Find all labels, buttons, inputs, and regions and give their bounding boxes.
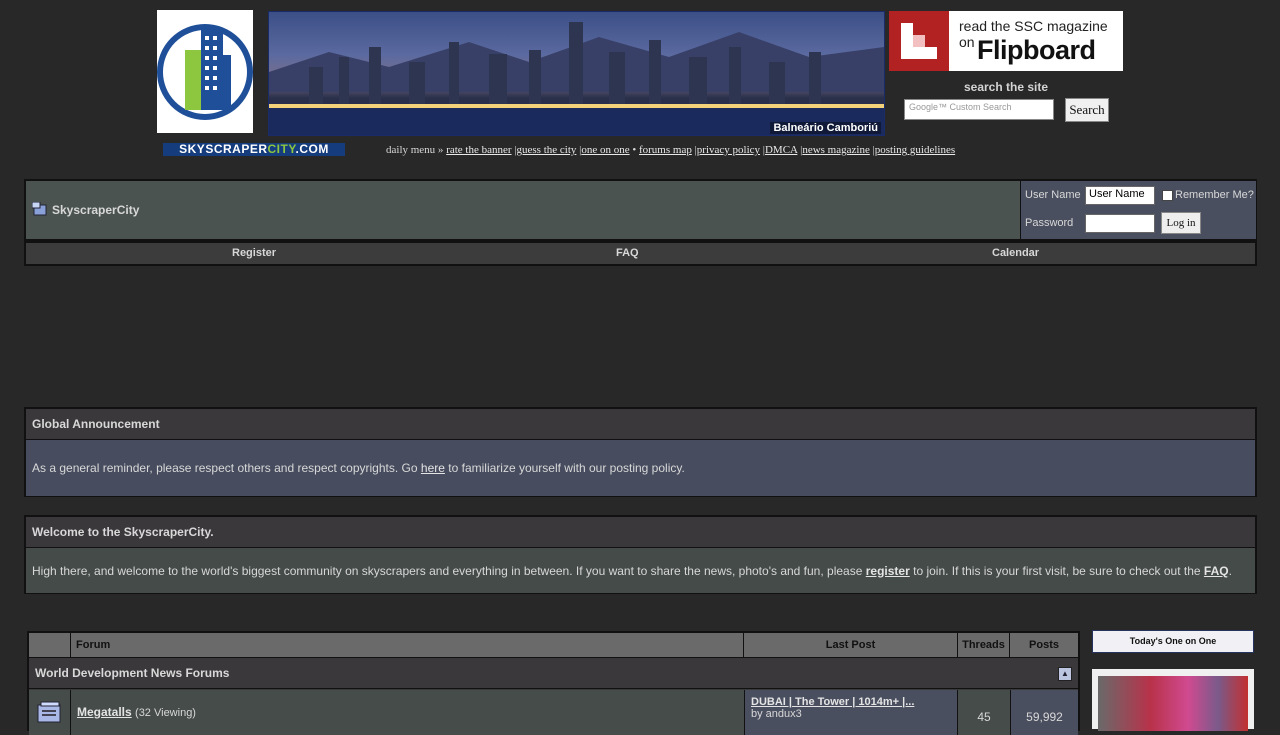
ssc-logo[interactable] — [157, 10, 253, 133]
link-rate-the-banner[interactable]: rate the banner — [446, 144, 511, 156]
last-post-link[interactable]: DUBAI | The Tower | 1014m+ |... — [751, 696, 914, 708]
last-post-cell: DUBAI | The Tower | 1014m+ |... by andux… — [744, 690, 958, 735]
remember-me-checkbox[interactable] — [1162, 189, 1173, 201]
site-wordmark-a: SKYSCRAPER — [179, 142, 268, 156]
flipboard-banner[interactable]: read the SSC magazine on Flipboard — [889, 11, 1123, 71]
navbar: SkyscraperCity User Name User Name Remem… — [24, 179, 1257, 241]
username-label: User Name — [1025, 189, 1081, 201]
welcome-register-link[interactable]: register — [866, 564, 910, 578]
forum-category-title[interactable]: World Development News Forums — [35, 666, 229, 680]
search-label: search the site — [963, 80, 1049, 94]
thread-count: 45 — [977, 710, 991, 724]
forum-table: Forum Last Post Threads Posts World Deve… — [27, 631, 1080, 735]
skyline-image — [269, 22, 884, 135]
breadcrumb: SkyscraperCity — [26, 181, 1025, 239]
remember-me-label: Remember Me? — [1175, 189, 1254, 201]
daily-menu: daily menu » rate the banner |guess the … — [386, 144, 955, 156]
login-form: User Name User Name Remember Me? Passwor… — [1020, 181, 1256, 239]
welcome-text: High there, and welcome to the world's b… — [32, 563, 863, 578]
password-label: Password — [1025, 217, 1074, 229]
column-posts: Posts — [1029, 639, 1059, 651]
menu-calendar[interactable]: Calendar — [992, 247, 1039, 259]
global-announcement: Global Announcement As a general reminde… — [24, 407, 1257, 497]
one-on-one-title: Today's One on One — [1092, 630, 1254, 653]
announcement-title: Global Announcement — [26, 409, 1255, 440]
menu-register[interactable]: Register — [232, 247, 276, 259]
banner-caption: Balneário Camboriú — [770, 122, 881, 134]
building-logo-icon — [157, 24, 253, 120]
site-wordmark-c: .COM — [295, 142, 329, 156]
remember-me[interactable]: Remember Me? — [1162, 189, 1254, 201]
daily-menu-prefix: daily menu » — [386, 144, 444, 156]
welcome-text-3: . — [1228, 563, 1232, 578]
announcement-link[interactable]: here — [421, 461, 445, 475]
flipboard-name: Flipboard — [977, 35, 1096, 65]
announcement-text: As a general reminder, please respect ot… — [32, 461, 418, 475]
column-threads: Threads — [958, 633, 1010, 657]
forum-link-megatalls[interactable]: Megatalls — [77, 705, 132, 719]
header-banner[interactable]: Balneário Camboriú — [268, 11, 885, 136]
forum-viewing-count: (32 Viewing) — [135, 707, 196, 719]
login-button[interactable]: Log in — [1161, 212, 1201, 234]
menu-faq[interactable]: FAQ — [616, 247, 639, 259]
link-one-on-one[interactable]: one on one — [581, 144, 629, 156]
forum-status-icon — [37, 701, 61, 723]
welcome-faq-link[interactable]: FAQ — [1204, 564, 1229, 578]
last-post-author[interactable]: by andux3 — [751, 708, 951, 720]
main-menu: Register FAQ Calendar — [24, 241, 1257, 266]
welcome-panel: Welcome to the SkyscraperCity. High ther… — [24, 515, 1257, 594]
one-on-one-image[interactable] — [1092, 669, 1254, 731]
welcome-title: Welcome to the SkyscraperCity. — [26, 517, 1255, 548]
menu-separator: • — [632, 144, 637, 156]
search-input[interactable]: Google™ Custom Search — [904, 99, 1054, 120]
breadcrumb-home[interactable]: SkyscraperCity — [52, 203, 139, 217]
navbits-icon[interactable] — [31, 201, 48, 219]
password-input[interactable] — [1085, 214, 1155, 233]
collapse-icon[interactable]: ▲ — [1058, 667, 1072, 681]
flipboard-icon — [889, 11, 949, 71]
link-guess-the-city[interactable]: guess the city — [517, 144, 577, 156]
announcement-body: As a general reminder, please respect ot… — [26, 440, 1255, 496]
welcome-text-2: to join. If this is your first visit, be… — [913, 563, 1201, 578]
forum-table-header: Forum Last Post Threads Posts — [29, 633, 1078, 657]
link-privacy-policy[interactable]: privacy policy — [697, 144, 760, 156]
column-last-post: Last Post — [744, 633, 958, 657]
link-dmca[interactable]: DMCA — [765, 144, 797, 156]
search-button[interactable]: Search — [1065, 98, 1109, 122]
table-row: Megatalls (32 Viewing) DUBAI | The Tower… — [29, 690, 1078, 735]
link-forums-map[interactable]: forums map — [639, 144, 692, 156]
forum-category[interactable]: World Development News Forums ▲ — [29, 657, 1078, 689]
announcement-text-end: to familiarize yourself with our posting… — [448, 461, 685, 475]
column-forum: Forum — [71, 633, 744, 657]
link-news-magazine[interactable]: news magazine — [802, 144, 870, 156]
username-input[interactable]: User Name — [1085, 186, 1155, 205]
one-on-one-photo[interactable] — [1098, 676, 1248, 731]
link-posting-guidelines[interactable]: posting guidelines — [875, 144, 955, 156]
site-wordmark-b: CITY — [267, 142, 296, 156]
post-count: 59,992 — [1010, 690, 1078, 735]
site-wordmark[interactable]: SKYSCRAPERCITY.COM — [163, 143, 345, 156]
welcome-body: High there, and welcome to the world's b… — [26, 548, 1255, 593]
